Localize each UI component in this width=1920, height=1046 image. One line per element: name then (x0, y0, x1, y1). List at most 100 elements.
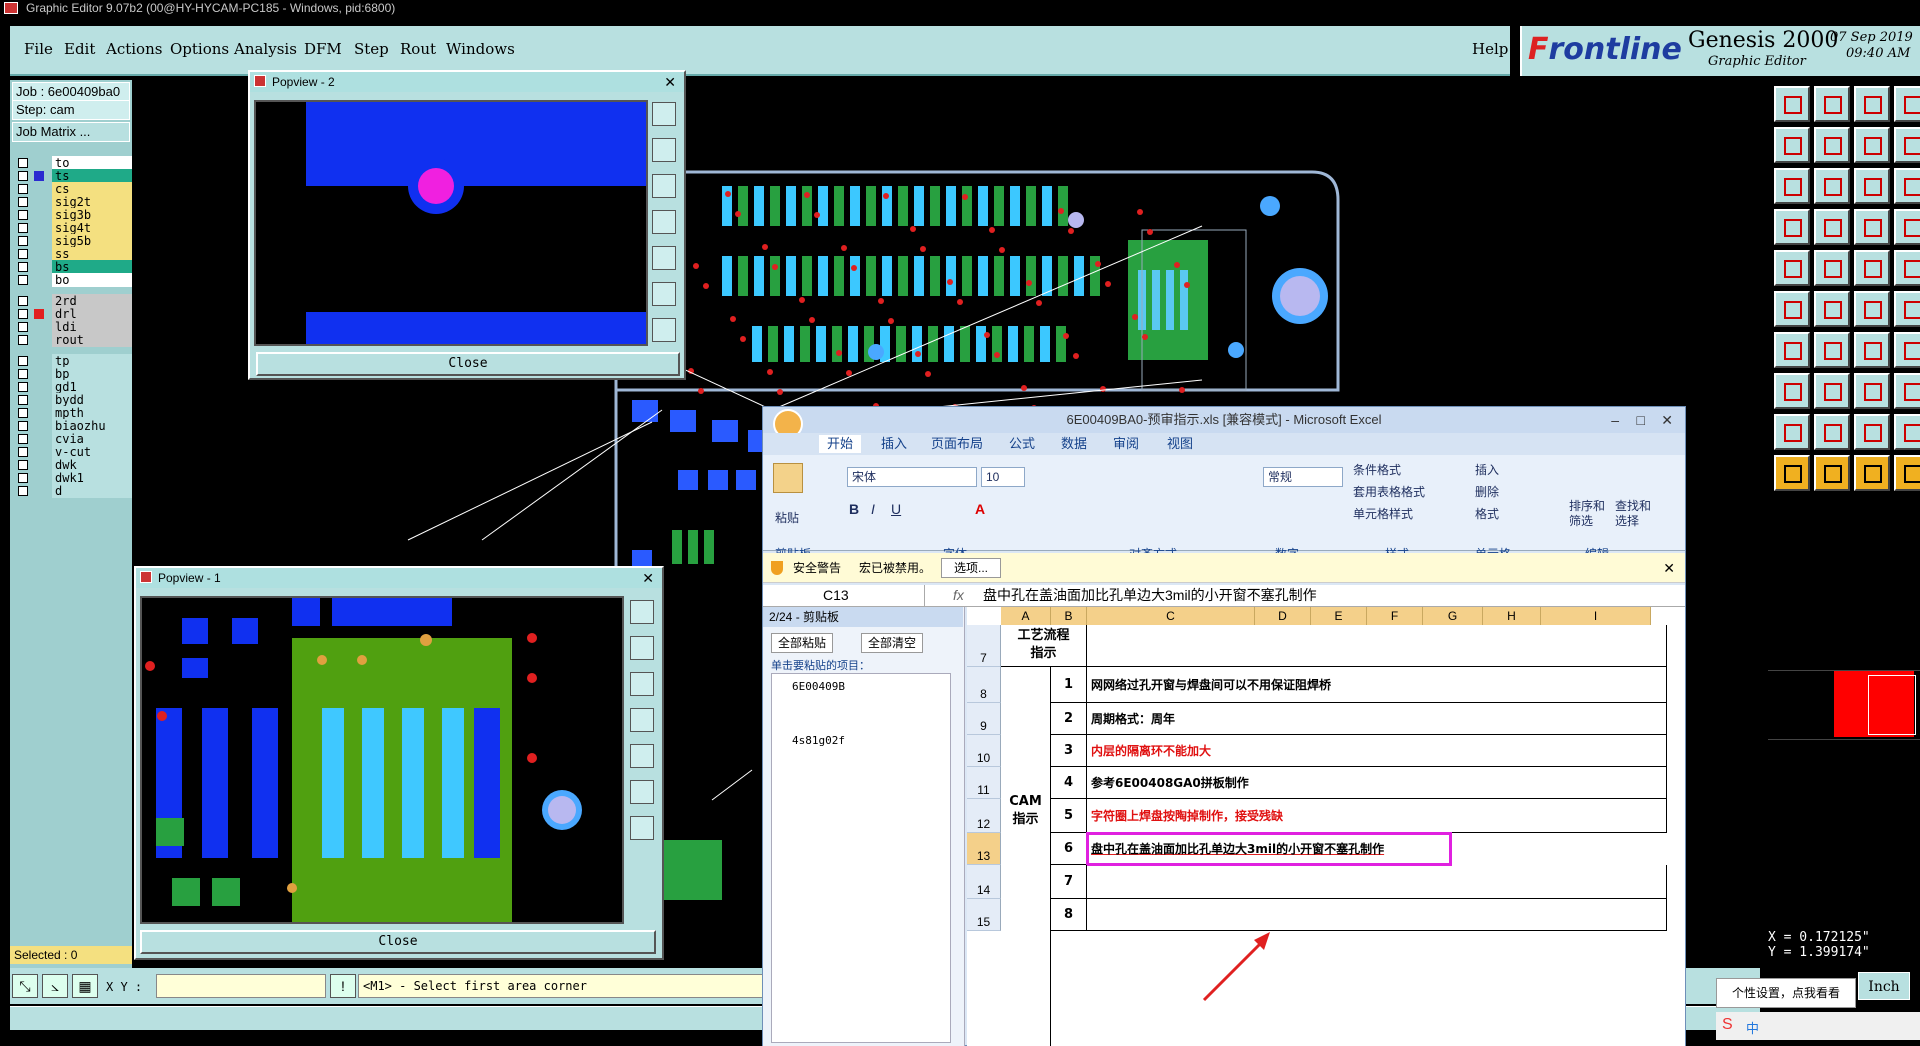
tab-review[interactable]: 审阅 (1113, 435, 1139, 453)
pv1-right-icon[interactable] (630, 744, 654, 768)
layer-checkbox[interactable] (18, 236, 28, 246)
paste-all-button[interactable]: 全部粘贴 (771, 633, 834, 653)
zoom-out-tool-icon[interactable] (1814, 86, 1850, 122)
spreadsheet-grid[interactable]: ABCDEFGHI 7 8 9 10 11 12 13 14 15 工艺流程 指示 CAM 指示… (967, 607, 1685, 1046)
window-close-icon[interactable]: ✕ (1661, 407, 1673, 433)
ime-toolbar[interactable]: S 中 (1716, 1012, 1920, 1040)
layer-name[interactable]: gd1 (52, 380, 132, 394)
layer-checkbox[interactable] (18, 171, 28, 181)
layer-checkbox[interactable] (18, 275, 28, 285)
ime-mode-icon[interactable]: 中 (1746, 1018, 1759, 1037)
layer-name[interactable]: mpth (52, 406, 132, 420)
pv1-move-icon[interactable] (630, 816, 654, 840)
row-header[interactable]: 13 (967, 833, 1001, 865)
grid-tool-icon[interactable] (1814, 209, 1850, 245)
triangle4-tool-icon[interactable] (1894, 414, 1920, 450)
zoom-in-icon[interactable]: ⤡ (12, 974, 38, 998)
pv1-down-icon[interactable] (630, 672, 654, 696)
item-number-cell[interactable]: 1 (1051, 667, 1087, 703)
delete-tool-icon[interactable] (1774, 373, 1810, 409)
layer-row[interactable]: sig3b (14, 208, 132, 222)
layer-row[interactable]: bp (14, 367, 132, 381)
menu-actions[interactable]: Actions (106, 40, 162, 58)
layer-row[interactable]: to (14, 156, 132, 170)
item-number-cell[interactable]: 7 (1051, 865, 1087, 899)
column-header[interactable]: E (1311, 607, 1367, 625)
pv2-zoom-icon[interactable] (652, 102, 676, 126)
layer-name[interactable]: 2rd (52, 294, 132, 308)
tab-home[interactable]: 开始 (819, 435, 862, 453)
popview-2-canvas[interactable] (254, 100, 648, 346)
layer-row[interactable]: ss (14, 247, 132, 261)
layer-name[interactable]: cs (52, 182, 132, 196)
menu-edit[interactable]: Edit (64, 40, 95, 58)
window-max-icon[interactable]: □ (1637, 407, 1645, 433)
cross-tool-icon[interactable] (1814, 291, 1850, 327)
tab-view[interactable]: 视图 (1167, 435, 1193, 453)
column-header[interactable]: C (1087, 607, 1255, 625)
popview-1-close-button[interactable]: Close (140, 930, 656, 954)
paste-button[interactable]: 粘贴 (775, 509, 799, 526)
item-number-cell[interactable]: 4 (1051, 767, 1087, 799)
layer-name[interactable]: sig3b (52, 208, 132, 222)
layer-checkbox[interactable] (18, 395, 28, 405)
layer-checkbox[interactable] (18, 421, 28, 431)
item-text-cell[interactable] (1087, 865, 1667, 899)
info-icon[interactable]: ! (330, 974, 356, 998)
layer-checkbox[interactable] (18, 460, 28, 470)
column-header[interactable]: D (1255, 607, 1311, 625)
popview-1-titlebar[interactable]: Popview - 1 ✕ (136, 568, 662, 588)
slash-tool-icon[interactable] (1814, 332, 1850, 368)
clipboard-item[interactable]: 6E00409B (792, 680, 845, 693)
row-header[interactable]: 7 (967, 625, 1001, 667)
fx-icon[interactable]: fx (953, 585, 964, 605)
pv1-zoom-icon[interactable] (630, 600, 654, 624)
item-text-cell[interactable]: 周期格式：周年 (1087, 703, 1667, 735)
item-text-cell[interactable]: 字符圈上焊盘按陶掉制作，接受残缺 (1087, 799, 1667, 833)
triangle3-tool-icon[interactable] (1854, 414, 1890, 450)
column-header[interactable]: G (1423, 607, 1483, 625)
drag-tool-icon[interactable] (1894, 291, 1920, 327)
triangle2-tool-icon[interactable] (1814, 414, 1850, 450)
layer-row[interactable]: ts (14, 169, 132, 183)
item-number-cell[interactable]: 6 (1051, 833, 1087, 865)
layer-checkbox[interactable] (18, 486, 28, 496)
layer-checkbox[interactable] (18, 158, 28, 168)
fit-h-tool-icon[interactable] (1814, 168, 1850, 204)
column-header[interactable]: H (1483, 607, 1541, 625)
column-header[interactable]: A (1001, 607, 1051, 625)
pv1-left-icon[interactable] (630, 708, 654, 732)
layer-name[interactable]: tp (52, 354, 132, 368)
line-tool-icon[interactable] (1774, 332, 1810, 368)
layer-row[interactable]: bydd (14, 393, 132, 407)
layer-checkbox[interactable] (18, 356, 28, 366)
row-header[interactable]: 14 (967, 865, 1001, 899)
layer-row[interactable]: bs (14, 260, 132, 274)
layer-checkbox[interactable] (18, 408, 28, 418)
triangle-tool-icon[interactable] (1774, 414, 1810, 450)
excel-titlebar[interactable]: 6E00409BA0-预审指示.xls [兼容模式] - Microsoft E… (763, 407, 1685, 439)
layer-row[interactable]: mpth (14, 406, 132, 420)
layer-row[interactable]: dwk (14, 458, 132, 472)
layer-checkbox[interactable] (18, 322, 28, 332)
menu-rout[interactable]: Rout (400, 40, 436, 58)
left-tool-icon[interactable] (1774, 127, 1810, 163)
fill-tool-icon[interactable] (1774, 250, 1810, 286)
layer-name[interactable]: sig2t (52, 195, 132, 209)
layer-name[interactable]: biaozhu (52, 419, 132, 433)
clear-all-button[interactable]: 全部清空 (861, 633, 924, 653)
window-min-icon[interactable]: – (1611, 407, 1619, 433)
zoom-in-tool-icon[interactable] (1774, 86, 1810, 122)
menu-analysis[interactable]: Analysis (234, 40, 297, 58)
cam-label-cell[interactable]: CAM 指示 (1001, 667, 1051, 1046)
close-icon[interactable]: ✕ (664, 72, 676, 92)
row-header[interactable]: 12 (967, 799, 1001, 833)
pv1-up-icon[interactable] (630, 636, 654, 660)
arc-tool-icon[interactable] (1854, 332, 1890, 368)
home-tool-icon[interactable] (1854, 86, 1890, 122)
grid-icon[interactable]: ▦ (72, 974, 98, 998)
cut-tool-icon[interactable] (1814, 373, 1850, 409)
cursor2-tool-icon[interactable] (1814, 455, 1850, 491)
cursor4-tool-icon[interactable] (1894, 455, 1920, 491)
column-header[interactable]: B (1051, 607, 1087, 625)
